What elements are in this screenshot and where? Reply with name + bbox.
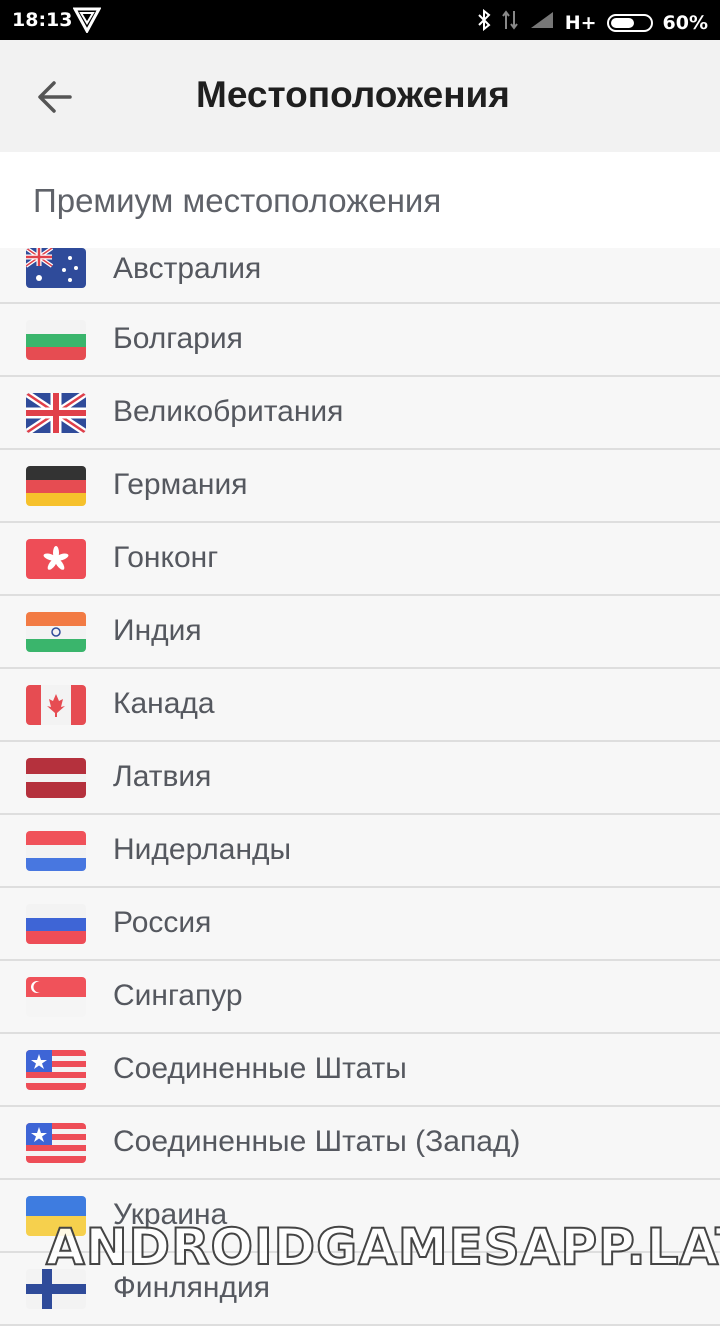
section-title: Премиум местоположения [33,182,442,219]
location-item-usa[interactable]: Соединенные Штаты [0,1034,720,1107]
status-time: 18:13 [12,9,73,31]
germany-flag-icon [26,466,86,506]
location-item-singapore[interactable]: Сингапур [0,961,720,1034]
location-item-india[interactable]: Индия [0,596,720,669]
location-label: Россия [113,906,212,939]
bluetooth-icon [477,8,491,36]
canada-flag-icon [26,685,86,725]
location-label: Соединенные Штаты (Запад) [113,1125,521,1158]
location-item-uk[interactable]: Великобритания [0,377,720,450]
usa-flag-icon [26,1123,86,1163]
location-item-latvia[interactable]: Латвия [0,742,720,815]
location-label: Индия [113,614,202,647]
vpn-shield-icon [72,7,102,38]
location-label: Болгария [113,322,243,355]
status-bar: 18:13 H+ 60% [0,0,720,40]
battery-percent: 60% [662,11,708,34]
hong-kong-flag-icon [26,539,86,579]
australia-flag-icon [26,248,86,288]
app-bar: Местоположения [0,40,720,152]
location-label: Австралия [113,252,262,285]
location-label: Финляндия [113,1271,270,1304]
battery-icon [606,13,653,32]
location-item-usa-west[interactable]: Соединенные Штаты (Запад) [0,1107,720,1180]
arrow-back-icon [38,81,72,113]
location-item-hong-kong[interactable]: Гонконг [0,523,720,596]
location-item-bulgaria[interactable]: Болгария [0,304,720,377]
india-flag-icon [26,612,86,652]
location-item-netherlands[interactable]: Нидерланды [0,815,720,888]
watermark: ANDROIDGAMESAPP.LAT [45,1217,720,1277]
singapore-flag-icon [26,977,86,1017]
location-item-russia[interactable]: Россия [0,888,720,961]
location-label: Великобритания [113,395,344,428]
location-label: Канада [113,687,215,720]
data-transfer-icon [501,9,519,36]
location-item-germany[interactable]: Германия [0,450,720,523]
network-type: H+ [564,11,597,34]
section-header: Премиум местоположения [0,152,720,248]
location-label: Гонконг [113,541,219,574]
russia-flag-icon [26,904,86,944]
latvia-flag-icon [26,758,86,798]
page-title: Местоположения [196,74,510,115]
uk-flag-icon [26,393,86,433]
netherlands-flag-icon [26,831,86,871]
location-label: Нидерланды [113,833,292,866]
location-label: Сингапур [113,979,243,1012]
signal-icon [529,10,555,35]
bulgaria-flag-icon [26,320,86,360]
back-button[interactable] [30,72,82,124]
location-label: Соединенные Штаты [113,1052,407,1085]
location-label: Германия [113,468,248,501]
location-item-canada[interactable]: Канада [0,669,720,742]
location-label: Латвия [113,760,212,793]
usa-flag-icon [26,1050,86,1090]
locations-list: Австралия Болгария Великобритания Герман… [0,232,720,1326]
